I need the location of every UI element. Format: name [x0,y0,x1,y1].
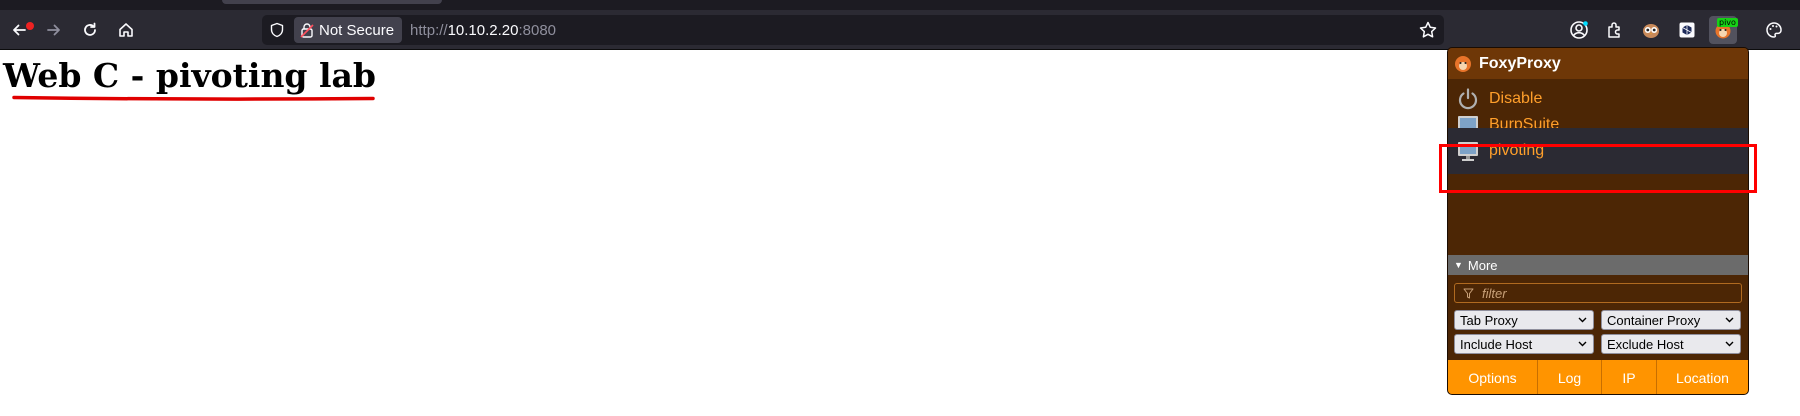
url-host: 10.10.2.20 [447,21,519,39]
ip-button[interactable]: IP [1602,360,1657,394]
tracking-protection-button[interactable] [262,15,292,45]
puzzle-icon [1608,22,1620,38]
highlight-annotation [1439,144,1757,193]
extensions-button[interactable] [1601,16,1629,44]
forward-arrow-icon [47,24,60,36]
url-scheme: http:// [410,21,448,39]
select-value: Exclude Host [1607,336,1684,352]
account-icon [1570,21,1588,39]
wappalyzer-extension-button[interactable] [1673,16,1701,44]
app-menu-button[interactable] [1760,16,1788,44]
proxy-item-label: Disable [1489,90,1543,107]
filter-input[interactable]: filter [1454,283,1742,303]
url-bar[interactable]: Not Secure http://10.10.2.20:8080 [262,15,1444,45]
active-tab[interactable] [222,0,442,4]
insecure-lock-icon [300,23,314,38]
owl-icon [1643,24,1659,38]
options-button[interactable]: Options [1448,360,1538,394]
filter-placeholder: filter [1482,285,1507,301]
url-port: :8080 [518,21,557,39]
power-icon [1458,88,1478,110]
select-value: Container Proxy [1607,312,1701,328]
tab-strip [0,0,1800,10]
foxyproxy-logo-icon [1455,55,1471,72]
owl-extension-button[interactable] [1637,16,1665,44]
back-button[interactable] [5,16,33,44]
chevron-down-icon [1725,341,1734,347]
page-title: Web C - pivoting lab [3,56,376,95]
tab-proxy-select[interactable]: Tab Proxy [1454,310,1594,330]
cube-icon [1679,22,1695,38]
reload-icon [84,22,96,36]
foxyproxy-extension-button[interactable]: pivo [1709,16,1738,44]
shield-icon [270,22,284,38]
location-button[interactable]: Location [1657,360,1748,394]
more-label: More [1467,257,1498,273]
container-proxy-select[interactable]: Container Proxy [1601,310,1741,330]
active-proxy-badge: pivo [1717,18,1738,27]
palette-icon [1766,22,1782,38]
popup-header: FoxyProxy [1448,48,1748,79]
bookmark-star-icon[interactable] [1418,20,1438,40]
url-text[interactable]: http://10.10.2.20:8080 [410,22,556,39]
more-toggle[interactable]: ▼ More [1448,255,1748,275]
select-value: Include Host [1460,336,1533,352]
chevron-down-icon [1725,317,1734,323]
browser-toolbar: Not Secure http://10.10.2.20:8080 pivo [0,10,1800,50]
log-button[interactable]: Log [1538,360,1602,394]
home-button[interactable] [112,16,140,44]
forward-button[interactable] [40,16,68,44]
exclude-host-select[interactable]: Exclude Host [1601,334,1741,354]
home-icon [119,23,133,37]
select-value: Tab Proxy [1460,312,1518,328]
reload-button[interactable] [76,16,104,44]
triangle-down-icon: ▼ [1454,260,1463,270]
not-secure-label: Not Secure [319,21,395,39]
popup-title: FoxyProxy [1479,54,1561,72]
site-security-button[interactable]: Not Secure [294,17,403,43]
proxy-item-disable[interactable]: Disable [1448,86,1748,112]
chevron-down-icon [1578,317,1587,323]
foxyproxy-popup: FoxyProxy Disable BurpSuite pivoting ▼ M… [1447,47,1749,395]
title-underline-annotation [12,95,375,101]
notification-dot [26,22,34,30]
funnel-icon [1463,288,1474,298]
popup-footer: Options Log IP Location [1448,360,1748,394]
include-host-select[interactable]: Include Host [1454,334,1594,354]
account-extension-button[interactable] [1565,16,1593,44]
chevron-down-icon [1578,341,1587,347]
